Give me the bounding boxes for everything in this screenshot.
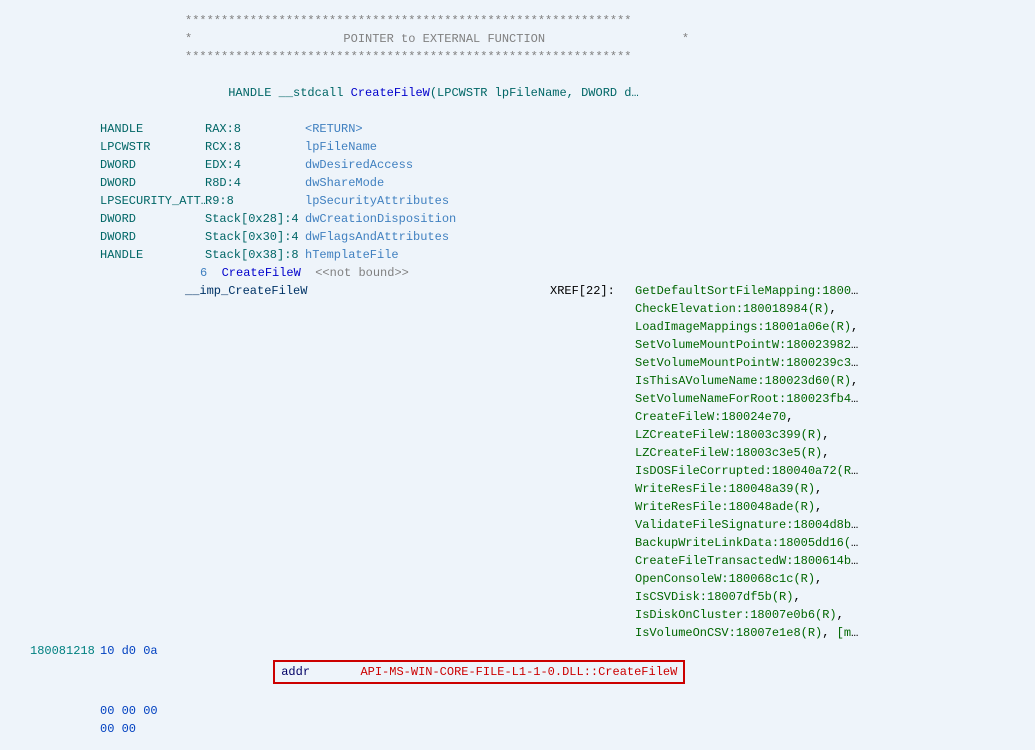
bytes-line-2: 00 00 00: [100, 702, 230, 720]
xref-item[interactable]: SetVolumeNameForRoot:180023fb4(R)…: [635, 390, 861, 408]
not-bound-tag: <<not bound>>: [315, 266, 409, 280]
function-signature: HANDLE __stdcall CreateFileW(LPCWSTR lpF…: [30, 66, 1005, 120]
imp-label[interactable]: __imp_CreateFileW: [185, 284, 307, 298]
signature-params: (LPCWSTR lpFileName, DWORD d…: [430, 86, 639, 100]
param-storage: EDX:4: [205, 156, 305, 174]
operand[interactable]: API-MS-WIN-CORE-FILE-L1-1-0.DLL::CreateF…: [360, 665, 677, 679]
param-storage: R9:8: [205, 192, 305, 210]
xref-item[interactable]: ValidateFileSignature:18004d8b9(R)…: [635, 516, 861, 534]
xref-item[interactable]: SetVolumeMountPointW:180023982(R)…: [635, 336, 861, 354]
param-name: dwShareMode: [305, 174, 1005, 192]
xref-item[interactable]: LZCreateFileW:18003c3e5(R),: [635, 444, 861, 462]
xref-item[interactable]: LoadImageMappings:18001a06e(R),: [635, 318, 861, 336]
xref-item[interactable]: IsDiskOnCluster:18007e0b6(R),: [635, 606, 861, 624]
xref-block: __imp_CreateFileW XREF[22]: GetDefaultSo…: [30, 282, 1005, 642]
param-row: DWORDEDX:4dwDesiredAccess: [30, 156, 1005, 174]
param-storage: RCX:8: [205, 138, 305, 156]
param-type: DWORD: [100, 210, 205, 228]
param-type: DWORD: [100, 228, 205, 246]
param-storage: Stack[0x28]:4: [205, 210, 305, 228]
signature-prefix: HANDLE __stdcall: [228, 86, 350, 100]
ordinal-number: 6: [200, 266, 207, 280]
xref-count-tag: XREF[22]:: [550, 284, 615, 298]
param-name: hTemplateFile: [305, 246, 1005, 264]
mnemonic: addr: [281, 665, 310, 679]
separator-bottom: ****************************************…: [30, 48, 1005, 66]
param-name: lpFileName: [305, 138, 1005, 156]
param-type: LPSECURITY_ATT…: [100, 192, 205, 210]
bytes-line-3: 00 00: [100, 720, 230, 738]
param-row: DWORDStack[0x28]:4dwCreationDisposition: [30, 210, 1005, 228]
param-storage: RAX:8: [205, 120, 305, 138]
address-row: 180081218 10 d0 0a addr API-MS-WIN-CORE-…: [30, 642, 1005, 702]
xref-item[interactable]: CreateFileTransactedW:1800614b8(R)…: [635, 552, 861, 570]
param-storage: Stack[0x30]:4: [205, 228, 305, 246]
bytes-line-1: 10 d0 0a: [100, 642, 230, 702]
xref-more-link[interactable]: [more]: [837, 626, 861, 640]
param-type: DWORD: [100, 156, 205, 174]
section-title: * POINTER to EXTERNAL FUNCTION *: [30, 30, 1005, 48]
xref-item[interactable]: GetDefaultSortFileMapping:18000b……: [635, 282, 861, 300]
param-row: LPCWSTRRCX:8lpFileName: [30, 138, 1005, 156]
xref-list: GetDefaultSortFileMapping:18000b……CheckE…: [635, 282, 1005, 642]
thunk-name: CreateFileW: [222, 266, 301, 280]
signature-func-name: CreateFileW: [351, 86, 430, 100]
xref-item[interactable]: IsVolumeOnCSV:18007e1e8(R), [more]: [635, 624, 861, 642]
xref-item[interactable]: IsDOSFileCorrupted:180040a72(R),: [635, 462, 861, 480]
xref-item[interactable]: IsCSVDisk:18007df5b(R),: [635, 588, 861, 606]
param-type: HANDLE: [100, 120, 205, 138]
xref-item[interactable]: WriteResFile:180048ade(R),: [635, 498, 861, 516]
param-row: DWORDR8D:4dwShareMode: [30, 174, 1005, 192]
xref-item[interactable]: CreateFileW:180024e70,: [635, 408, 861, 426]
param-row: LPSECURITY_ATT…R9:8lpSecurityAttributes: [30, 192, 1005, 210]
param-type: DWORD: [100, 174, 205, 192]
param-row: HANDLEStack[0x38]:8hTemplateFile: [30, 246, 1005, 264]
param-name: dwFlagsAndAttributes: [305, 228, 1005, 246]
highlighted-instruction[interactable]: addr API-MS-WIN-CORE-FILE-L1-1-0.DLL::Cr…: [273, 660, 685, 684]
param-name: <RETURN>: [305, 120, 1005, 138]
xref-item[interactable]: LZCreateFileW:18003c399(R),: [635, 426, 861, 444]
xref-item[interactable]: BackupWriteLinkData:18005dd16(R),: [635, 534, 861, 552]
param-name: dwDesiredAccess: [305, 156, 1005, 174]
xref-item[interactable]: OpenConsoleW:180068c1c(R),: [635, 570, 861, 588]
xref-item[interactable]: SetVolumeMountPointW:1800239c3(R)…: [635, 354, 861, 372]
xref-item[interactable]: IsThisAVolumeName:180023d60(R),: [635, 372, 861, 390]
param-storage: R8D:4: [205, 174, 305, 192]
parameters-block: HANDLERAX:8<RETURN>LPCWSTRRCX:8lpFileNam…: [30, 120, 1005, 264]
xref-item[interactable]: WriteResFile:180048a39(R),: [635, 480, 861, 498]
param-type: LPCWSTR: [100, 138, 205, 156]
listing-view: ****************************************…: [30, 12, 1005, 738]
param-name: lpSecurityAttributes: [305, 192, 1005, 210]
param-type: HANDLE: [100, 246, 205, 264]
param-storage: Stack[0x38]:8: [205, 246, 305, 264]
separator-top: ****************************************…: [30, 12, 1005, 30]
param-row: HANDLERAX:8<RETURN>: [30, 120, 1005, 138]
xref-item[interactable]: CheckElevation:180018984(R),: [635, 300, 861, 318]
address: 180081218: [30, 642, 100, 702]
param-row: DWORDStack[0x30]:4dwFlagsAndAttributes: [30, 228, 1005, 246]
param-name: dwCreationDisposition: [305, 210, 1005, 228]
